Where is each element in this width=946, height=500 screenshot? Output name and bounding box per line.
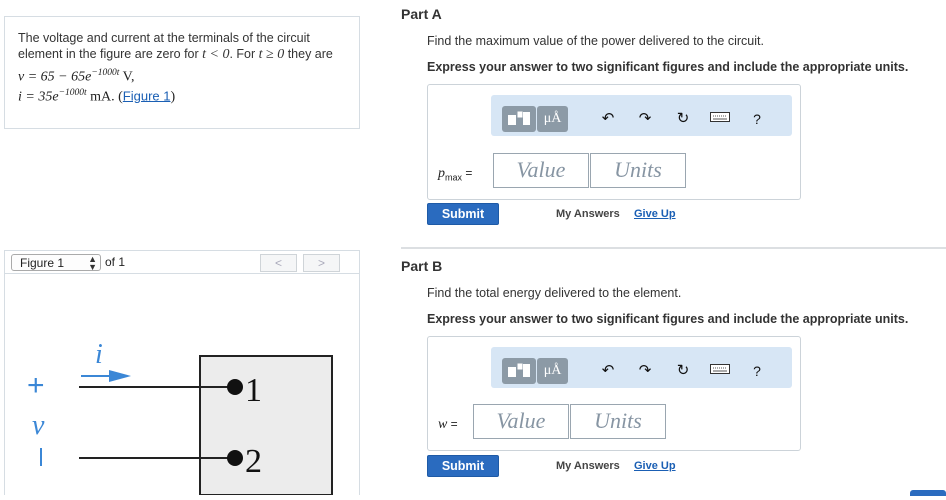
current-expr: i = 35e [18,89,59,105]
current-label: i [95,339,103,370]
terminal-2-label: 2 [245,443,262,480]
problem-text-3: they are [284,47,333,61]
part-a-toolbar: μÅ ↶ ↷ ↻ ? [491,95,792,136]
figure-link[interactable]: Figure 1 [123,88,171,103]
current-unit: mA. ( [86,89,123,105]
section-divider [401,247,946,249]
terminal-2-dot [227,450,243,466]
voltage-label: v [32,410,45,441]
reset-icon[interactable]: ↻ [673,363,693,379]
units-button[interactable]: μÅ [537,358,568,384]
part-a-answer-box: μÅ ↶ ↷ ↻ ? pmax = Value Units [427,84,801,200]
redo-icon[interactable]: ↷ [635,363,655,379]
voltage-unit: V, [119,69,135,85]
pmax-var: p [438,166,445,181]
problem-text-2: . For [229,47,259,61]
part-b-answer-box: μÅ ↶ ↷ ↻ ? w = Value Units [427,336,801,451]
part-a-title: Part A [401,6,442,22]
pmax-equals: = [462,166,473,180]
templates-button[interactable] [502,106,536,132]
current-arrow-icon [109,370,131,382]
pmax-label: pmax = [438,166,472,182]
units-input[interactable]: Units [590,153,686,188]
part-b-submit-button[interactable]: Submit [427,455,499,477]
undo-icon[interactable]: ↶ [598,111,618,127]
select-arrows-icon: ▲ ▼ [88,254,97,272]
help-icon[interactable]: ? [747,363,767,379]
current-exponent: −1000t [58,87,87,98]
figure-navigation: Figure 1 ▲ ▼ of 1 < > [4,250,360,274]
w-label: w = [438,417,458,433]
close-paren: ) [170,89,176,105]
templates-icon [508,111,530,125]
part-a-instruction: Express your answer to two significant f… [427,60,909,74]
prev-figure-button[interactable]: < [260,254,297,272]
part-b-toolbar: μÅ ↶ ↷ ↻ ? [491,347,792,388]
voltage-exponent: −1000t [91,68,120,78]
part-b-question: Find the total energy delivered to the e… [427,286,682,300]
plus-sign: + [27,369,45,402]
reset-icon[interactable]: ↻ [673,111,693,127]
terminal-1-label: 1 [245,372,262,409]
part-b-give-up-link[interactable]: Give Up [634,460,676,472]
circuit-element-box [199,355,333,496]
part-b-title: Part B [401,258,443,274]
figure-count: of 1 [105,255,126,269]
value-input[interactable]: Value [493,153,589,188]
templates-icon [508,363,530,377]
help-icon[interactable]: ? [747,111,767,127]
redo-icon[interactable]: ↷ [635,111,655,127]
w-equals: = [447,417,458,431]
bottom-tab-edge[interactable] [910,490,946,496]
next-figure-button[interactable]: > [303,254,340,272]
part-a-question: Find the maximum value of the power deli… [427,34,764,48]
current-equation: i = 35e−1000t mA. (Figure 1) [18,84,346,107]
pmax-sub: max [445,172,463,183]
problem-text: The voltage and current at the terminals… [18,30,346,63]
units-input[interactable]: Units [570,404,666,439]
figure-select[interactable]: Figure 1 ▲ ▼ [11,254,101,272]
circuit-diagram: 1 2 i + v [27,339,333,496]
w-var: w [438,417,448,432]
templates-button[interactable] [502,358,536,384]
voltage-expr: v = 65 − 65e [18,69,92,85]
part-b-my-answers-link[interactable]: My Answers [556,460,620,472]
part-b-instruction: Express your answer to two significant f… [427,312,909,326]
units-button[interactable]: μÅ [537,106,568,132]
problem-statement: The voltage and current at the terminals… [4,16,360,129]
part-a-submit-button[interactable]: Submit [427,203,499,225]
part-a-give-up-link[interactable]: Give Up [634,208,676,220]
circuit-figure: 1 2 i + v [4,274,360,496]
undo-icon[interactable]: ↶ [598,363,618,379]
keyboard-icon[interactable] [710,111,730,127]
condition-t-positive: t ≥ 0 [258,47,285,62]
condition-t-negative: t < 0 [202,47,230,62]
terminal-1-dot [227,379,243,395]
value-input[interactable]: Value [473,404,569,439]
part-a-my-answers-link[interactable]: My Answers [556,208,620,220]
figure-select-value: Figure 1 [20,256,65,270]
keyboard-icon[interactable] [710,363,730,379]
